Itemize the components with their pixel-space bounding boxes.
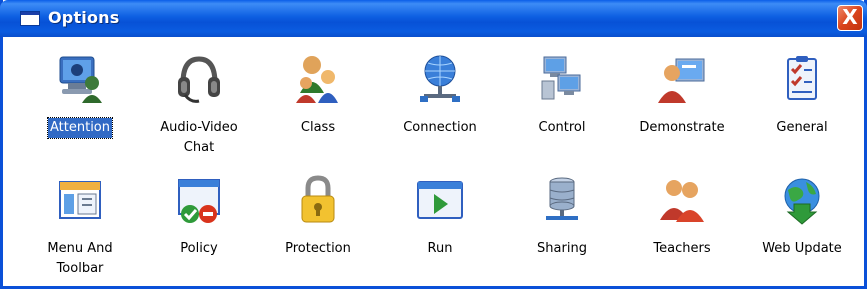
- title-bar[interactable]: Options X: [0, 0, 867, 37]
- option-label: Web Update: [762, 241, 842, 256]
- option-run[interactable]: Run: [382, 174, 498, 259]
- demonstrate-icon: [658, 58, 705, 103]
- option-sharing[interactable]: Sharing: [504, 174, 620, 259]
- option-label: Protection: [285, 241, 351, 256]
- teachers-icon: [660, 180, 704, 222]
- padlock-icon: [301, 175, 335, 223]
- attention-icon: [59, 56, 102, 103]
- option-policy[interactable]: Policy: [141, 174, 257, 259]
- option-connection[interactable]: Connection: [382, 53, 498, 138]
- option-label: Sharing: [537, 241, 587, 256]
- globe-network-icon: [420, 55, 460, 102]
- class-icon: [296, 56, 338, 103]
- option-protection[interactable]: Protection: [260, 174, 376, 259]
- option-label: Audio-Video Chat: [160, 120, 238, 155]
- option-label: Class: [300, 120, 336, 135]
- option-label: Menu And Toolbar: [47, 241, 113, 276]
- option-label: Control: [538, 120, 586, 135]
- option-label: Policy: [180, 241, 218, 256]
- close-button[interactable]: X: [837, 5, 863, 31]
- option-label: Demonstrate: [639, 120, 725, 135]
- option-label: Attention: [47, 117, 113, 139]
- option-teachers[interactable]: Teachers: [624, 174, 740, 259]
- option-attention[interactable]: Attention: [22, 53, 138, 139]
- run-play-icon: [417, 181, 463, 219]
- option-label: Teachers: [653, 241, 711, 256]
- option-web-update[interactable]: Web Update: [744, 174, 860, 259]
- menu-toolbar-icon: [59, 181, 101, 219]
- option-general[interactable]: General: [744, 53, 860, 138]
- options-window: Options X Attention Audio-Video Chat Cla…: [0, 0, 867, 289]
- window-icon: [20, 11, 40, 26]
- policy-icon: [178, 179, 220, 223]
- option-menu-and-toolbar[interactable]: Menu And Toolbar: [22, 174, 138, 279]
- option-control[interactable]: Control: [504, 53, 620, 138]
- headset-icon: [178, 56, 220, 103]
- web-update-icon: [784, 178, 820, 225]
- checklist-icon: [787, 56, 817, 100]
- database-sharing-icon: [546, 177, 578, 220]
- option-label: Run: [427, 241, 453, 256]
- option-label: Connection: [403, 120, 477, 135]
- window-title: Options: [48, 8, 120, 27]
- option-class[interactable]: Class: [260, 53, 376, 138]
- option-label: General: [776, 120, 828, 135]
- computers-control-icon: [541, 56, 581, 100]
- option-audio-video-chat[interactable]: Audio-Video Chat: [141, 53, 257, 158]
- option-demonstrate[interactable]: Demonstrate: [624, 53, 740, 138]
